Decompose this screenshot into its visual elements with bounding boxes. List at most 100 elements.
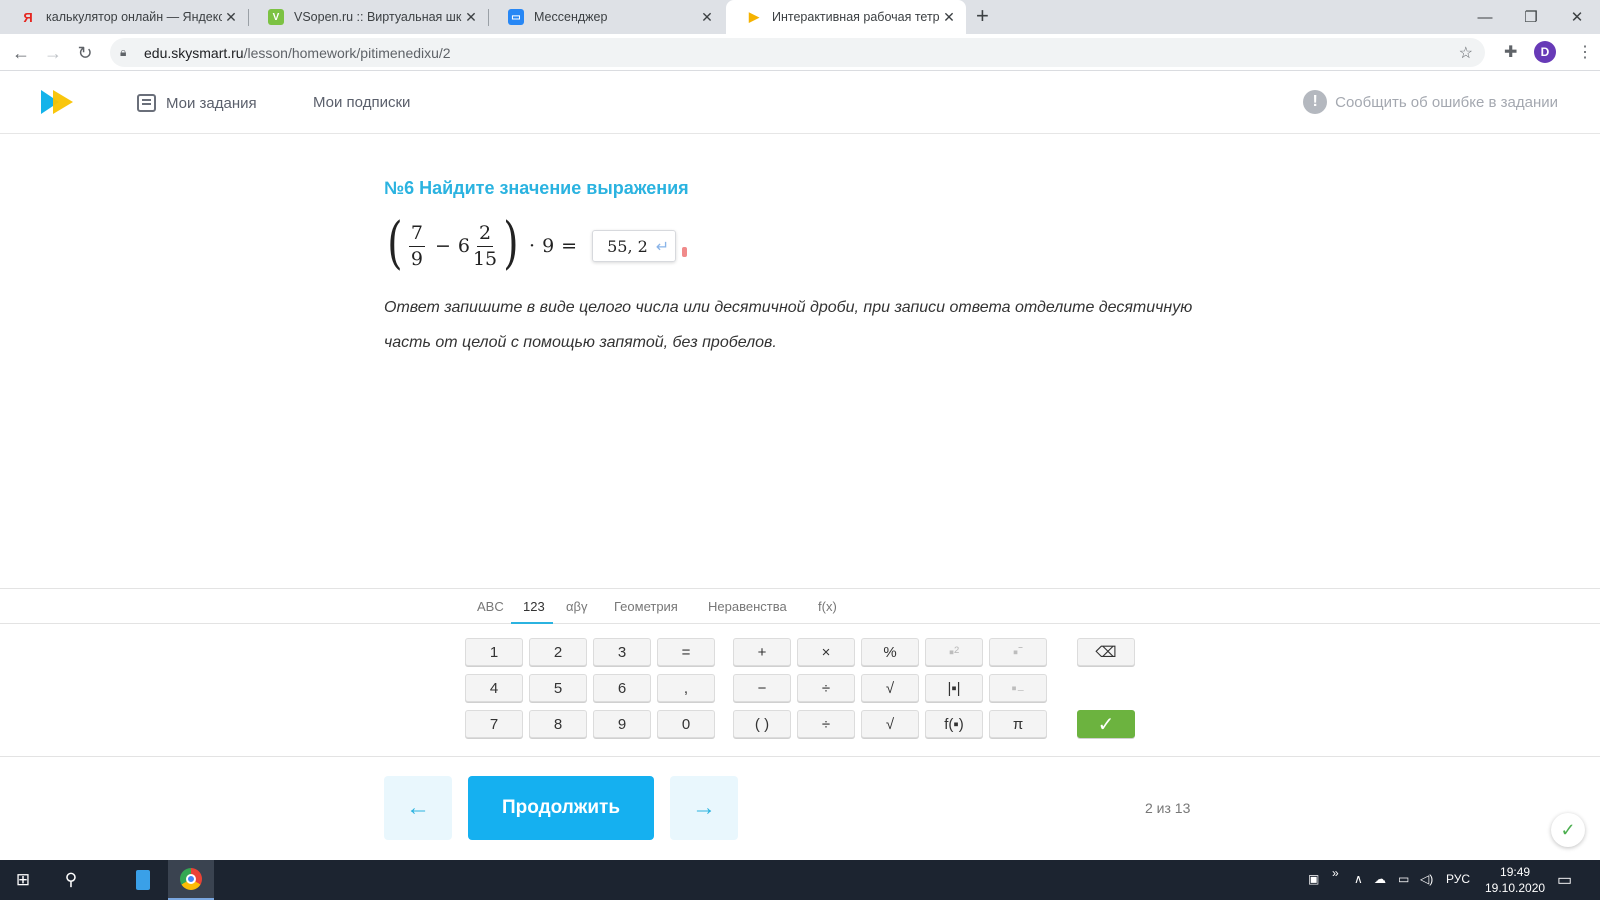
close-icon[interactable]: ✕ (698, 9, 716, 26)
address-bar[interactable]: 🔒︎ edu.skysmart.ru/lesson/homework/pitim… (110, 38, 1485, 67)
volume-icon[interactable]: ◁) (1420, 872, 1433, 886)
answer-value: 55, 2 (607, 236, 648, 256)
tab-geometry[interactable]: Геометрия (614, 599, 678, 614)
key-9[interactable]: 9 (593, 710, 651, 738)
site-header: Мои задания Мои подписки ! Сообщить об о… (0, 71, 1600, 134)
url-host: edu.skysmart.ru (144, 44, 244, 61)
key-divide[interactable]: ÷ (797, 674, 855, 702)
nav-my-tasks[interactable]: Мои задания (137, 94, 257, 112)
enter-icon: ↵ (655, 236, 670, 256)
close-icon[interactable]: ✕ (222, 9, 240, 26)
browser-tab-yandex[interactable]: Я калькулятор онлайн — Яндекс: ✕ (0, 0, 248, 34)
shield-check-icon[interactable]: ✓ (1551, 813, 1585, 847)
key-superscript-icon[interactable]: ▪ˉ (989, 638, 1047, 666)
tab-abc[interactable]: ABC (477, 599, 504, 614)
key-percent[interactable]: % (861, 638, 919, 666)
key-3[interactable]: 3 (593, 638, 651, 666)
restore-icon[interactable]: ❐ (1508, 0, 1554, 34)
key-6[interactable]: 6 (593, 674, 651, 702)
windows-taskbar: ⊞ ⚲ ▣ » ∧ ☁ ▭ ◁) РУС 19:49 19.10.2020 ▭ (0, 860, 1600, 900)
key-comma[interactable]: , (657, 674, 715, 702)
factor: 9 (542, 235, 555, 257)
key-fraction[interactable]: ÷ (797, 710, 855, 738)
window-close-icon[interactable]: ✕ (1554, 0, 1600, 34)
key-7[interactable]: 7 (465, 710, 523, 738)
backspace-button[interactable]: ⌫ (1077, 638, 1135, 666)
tab-title: Интерактивная рабочая тетрадь (772, 10, 940, 24)
nav-label: Мои задания (166, 94, 257, 112)
chevron-up-icon[interactable]: ∧ (1354, 872, 1363, 886)
checkmark-icon: ✓ (1097, 713, 1115, 736)
task-title: №6 Найдите значение выражения (384, 178, 689, 198)
chrome-taskbar-icon[interactable] (168, 860, 214, 900)
language-indicator[interactable]: РУС (1446, 872, 1470, 886)
windows-start-icon[interactable]: ⊞ (0, 860, 46, 900)
continue-button[interactable]: Продолжить (468, 776, 654, 840)
active-tab-indicator (511, 622, 553, 624)
tab-greek[interactable]: αβγ (566, 599, 588, 614)
fraction-1: 7 9 (408, 221, 425, 270)
key-1[interactable]: 1 (465, 638, 523, 666)
tab-title: калькулятор онлайн — Яндекс: (46, 10, 222, 24)
search-icon[interactable]: ⚲ (48, 860, 94, 900)
network-icon[interactable]: ▭ (1398, 872, 1409, 886)
key-4[interactable]: 4 (465, 674, 523, 702)
minus-sign: − (434, 235, 451, 257)
error-marker (682, 247, 688, 257)
equals-sign: = (561, 235, 578, 257)
nav-my-subscriptions[interactable]: Мои подписки (313, 94, 410, 111)
browser-tab-messenger[interactable]: ▭ Мессенджер ✕ (488, 0, 724, 34)
key-pi[interactable]: π (989, 710, 1047, 738)
profile-avatar[interactable]: D (1534, 41, 1556, 63)
tray-app-icon[interactable]: ▣ (1308, 872, 1319, 886)
tab-functions[interactable]: f(x) (818, 599, 837, 614)
key-square-icon[interactable]: ▪² (925, 638, 983, 666)
notifications-icon[interactable]: ▭ (1557, 870, 1572, 890)
close-icon[interactable]: ✕ (940, 9, 958, 26)
menu-kebab-icon[interactable]: ⋮ (1577, 42, 1593, 62)
vsopen-icon: V (268, 9, 284, 25)
key-equals[interactable]: = (657, 638, 715, 666)
browser-tab-vsopen[interactable]: V VSopen.ru :: Виртуальная школа ✕ (248, 0, 488, 34)
key-plus[interactable]: + (733, 638, 791, 666)
lock-icon: 🔒︎ (120, 45, 127, 59)
key-parentheses[interactable]: ( ) (733, 710, 791, 738)
next-button[interactable]: → (670, 776, 738, 840)
forward-icon[interactable]: → (40, 40, 66, 66)
tab-inequalities[interactable]: Неравенства (708, 599, 787, 614)
key-8[interactable]: 8 (529, 710, 587, 738)
extensions-puzzle-icon[interactable]: ✚ (1504, 42, 1517, 62)
new-tab-button[interactable]: + (976, 3, 989, 29)
key-abs[interactable]: |▪| (925, 674, 983, 702)
back-icon[interactable]: ← (8, 40, 34, 66)
right-paren: ) (503, 211, 519, 276)
exclamation-icon: ! (1303, 90, 1328, 114)
key-2[interactable]: 2 (529, 638, 587, 666)
clock[interactable]: 19:49 19.10.2020 (1485, 864, 1545, 896)
reload-icon[interactable]: ↻ (72, 40, 98, 66)
key-minus[interactable]: − (733, 674, 791, 702)
key-function[interactable]: f(▪) (925, 710, 983, 738)
skysmart-logo[interactable] (41, 88, 75, 116)
bookmark-star-icon[interactable]: ☆ (1459, 43, 1473, 63)
close-icon[interactable]: ✕ (462, 9, 480, 26)
key-multiply[interactable]: × (797, 638, 855, 666)
key-5[interactable]: 5 (529, 674, 587, 702)
browser-tab-skysmart[interactable]: ▶ Интерактивная рабочая тетрадь ✕ (726, 0, 966, 34)
key-nth-root[interactable]: √ (861, 710, 919, 738)
key-0[interactable]: 0 (657, 710, 715, 738)
tray-overflow-icon[interactable]: » (1332, 866, 1339, 880)
report-error-link[interactable]: ! Сообщить об ошибке в задании (1303, 90, 1558, 114)
progress-counter: 2 из 13 (1145, 800, 1191, 816)
times-sign: · (529, 235, 536, 257)
skysmart-icon: ▶ (749, 9, 759, 24)
minimize-icon[interactable]: — (1462, 0, 1508, 34)
onedrive-icon[interactable]: ☁ (1374, 872, 1386, 886)
file-explorer-icon[interactable] (120, 860, 166, 900)
answer-input[interactable]: 55, 2 ↵ (592, 230, 677, 262)
tab-123[interactable]: 123 (523, 599, 545, 614)
key-subscript-icon[interactable]: ▪₋ (989, 674, 1047, 702)
key-sqrt[interactable]: √ (861, 674, 919, 702)
prev-button[interactable]: ← (384, 776, 452, 840)
submit-check-button[interactable]: ✓ (1077, 710, 1135, 738)
